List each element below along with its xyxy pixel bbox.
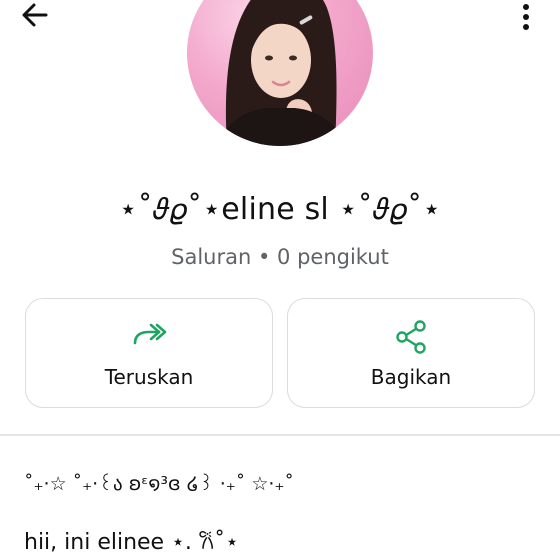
share-label: Bagikan (370, 365, 452, 389)
channel-name: ⋆˚𝜗𝜚˚⋆eline sl ⋆˚𝜗𝜚˚⋆ (118, 192, 442, 227)
more-options-button[interactable] (508, 0, 544, 34)
back-button[interactable] (18, 0, 58, 34)
forward-button[interactable]: Teruskan (25, 298, 273, 408)
share-icon (396, 320, 426, 354)
section-divider (0, 434, 560, 436)
channel-avatar[interactable] (187, 0, 373, 146)
forward-double-arrow-icon (133, 323, 167, 345)
description-decoration: ˚₊‧☆ ˚₊‧꒰ა ʚᵋ໑³ɞ ໒꒱ ‧₊˚ ☆‧₊˚ (24, 473, 294, 495)
more-vertical-icon (523, 4, 529, 30)
avatar-portrait-image (217, 0, 345, 146)
forward-label: Teruskan (104, 365, 194, 389)
channel-meta: Saluran • 0 pengikut (171, 245, 389, 269)
share-button[interactable]: Bagikan (287, 298, 535, 408)
arrow-left-icon (22, 3, 48, 27)
description-text: hii, ini elinee ⋆. 𐙚˚⋆ (24, 530, 239, 555)
